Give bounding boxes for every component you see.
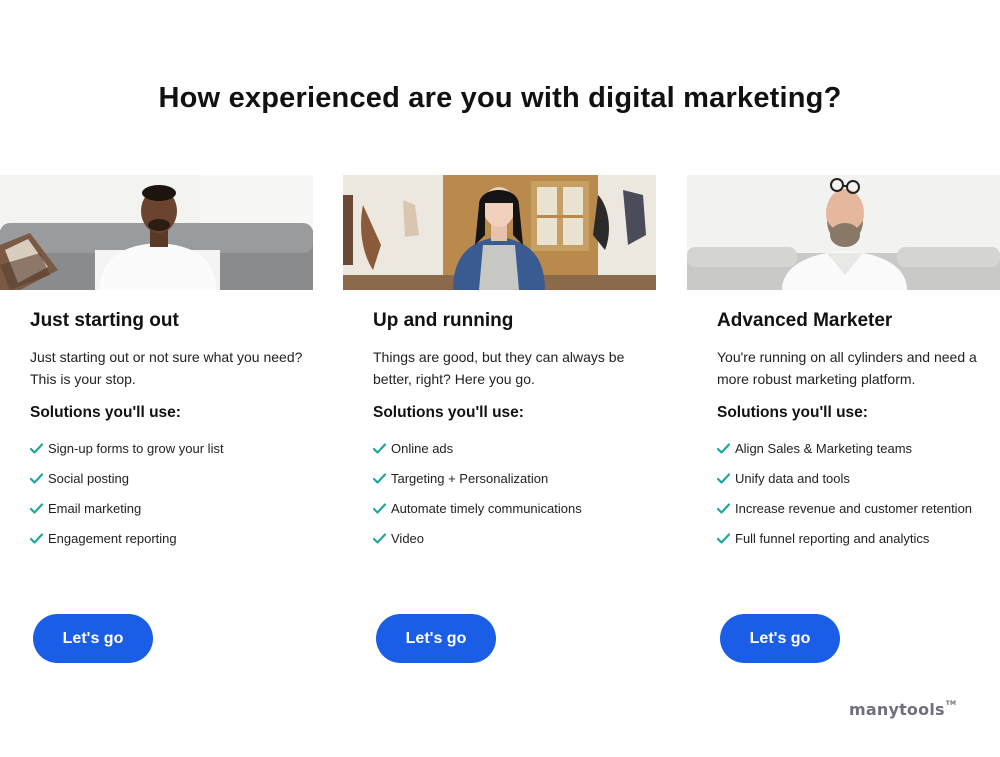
- feature-item: Engagement reporting: [30, 523, 310, 553]
- card-description: Just starting out or not sure what you n…: [30, 349, 303, 387]
- card-just-starting-out: Just starting out Just starting out or n…: [0, 175, 313, 675]
- lets-go-button[interactable]: Let's go: [33, 614, 153, 663]
- check-icon: [373, 532, 386, 544]
- card-content: Up and running Things are good, but they…: [373, 308, 653, 553]
- card-content: Advanced Marketer You're running on all …: [717, 308, 997, 553]
- page-title: How experienced are you with digital mar…: [158, 82, 842, 114]
- card-photo-shop-owner: [343, 175, 656, 290]
- lets-go-button[interactable]: Let's go: [376, 614, 496, 663]
- feature-item: Increase revenue and customer retention: [717, 493, 997, 523]
- feature-label: Social posting: [48, 470, 129, 486]
- check-icon: [717, 472, 730, 484]
- card-photo-bearded-man: [687, 175, 1000, 290]
- feature-label: Unify data and tools: [735, 470, 850, 486]
- feature-label: Engagement reporting: [48, 530, 177, 546]
- check-icon: [373, 472, 386, 484]
- card-advanced-marketer: Advanced Marketer You're running on all …: [687, 175, 1000, 675]
- card-title: Up and running: [373, 310, 514, 331]
- check-icon: [717, 502, 730, 514]
- check-icon: [373, 442, 386, 454]
- feature-item: Online ads: [373, 433, 653, 463]
- card-title: Advanced Marketer: [717, 310, 893, 331]
- solutions-heading: Solutions you'll use:: [30, 404, 181, 421]
- lets-go-button[interactable]: Let's go: [720, 614, 840, 663]
- card-photo-man-on-sofa: [0, 175, 313, 290]
- feature-item: Align Sales & Marketing teams: [717, 433, 997, 463]
- card-up-and-running: Up and running Things are good, but they…: [343, 175, 656, 675]
- card-content: Just starting out Just starting out or n…: [30, 308, 310, 553]
- feature-list: Online ads Targeting + Personalization A…: [373, 433, 653, 553]
- feature-item: Sign-up forms to grow your list: [30, 433, 310, 463]
- feature-list: Align Sales & Marketing teams Unify data…: [717, 433, 997, 553]
- manytools-watermark-logo: manytoolsTM: [849, 700, 956, 719]
- card-description: You're running on all cylinders and need…: [717, 349, 977, 387]
- feature-item: Targeting + Personalization: [373, 463, 653, 493]
- feature-label: Online ads: [391, 440, 454, 456]
- feature-item: Full funnel reporting and analytics: [717, 523, 997, 553]
- feature-label: Full funnel reporting and analytics: [735, 530, 930, 546]
- feature-list: Sign-up forms to grow your list Social p…: [30, 433, 310, 553]
- feature-item: Social posting: [30, 463, 310, 493]
- feature-label: Email marketing: [48, 500, 142, 516]
- feature-item: Automate timely communications: [373, 493, 653, 523]
- feature-label: Sign-up forms to grow your list: [48, 440, 224, 456]
- check-icon: [30, 502, 43, 514]
- card-title: Just starting out: [30, 310, 179, 331]
- card-description: Things are good, but they can always be …: [373, 349, 625, 387]
- feature-item: Unify data and tools: [717, 463, 997, 493]
- watermark-text: manytools: [849, 700, 945, 719]
- check-icon: [30, 442, 43, 454]
- feature-label: Video: [391, 530, 425, 546]
- check-icon: [30, 532, 43, 544]
- feature-label: Increase revenue and customer retention: [735, 500, 973, 516]
- solutions-heading: Solutions you'll use:: [717, 404, 868, 421]
- feature-label: Targeting + Personalization: [391, 470, 549, 486]
- watermark-tm: TM: [945, 700, 957, 707]
- check-icon: [717, 442, 730, 454]
- check-icon: [30, 472, 43, 484]
- check-icon: [717, 532, 730, 544]
- solutions-heading: Solutions you'll use:: [373, 404, 524, 421]
- feature-label: Automate timely communications: [391, 500, 582, 516]
- feature-item: Video: [373, 523, 653, 553]
- feature-label: Align Sales & Marketing teams: [735, 440, 913, 456]
- check-icon: [373, 502, 386, 514]
- feature-item: Email marketing: [30, 493, 310, 523]
